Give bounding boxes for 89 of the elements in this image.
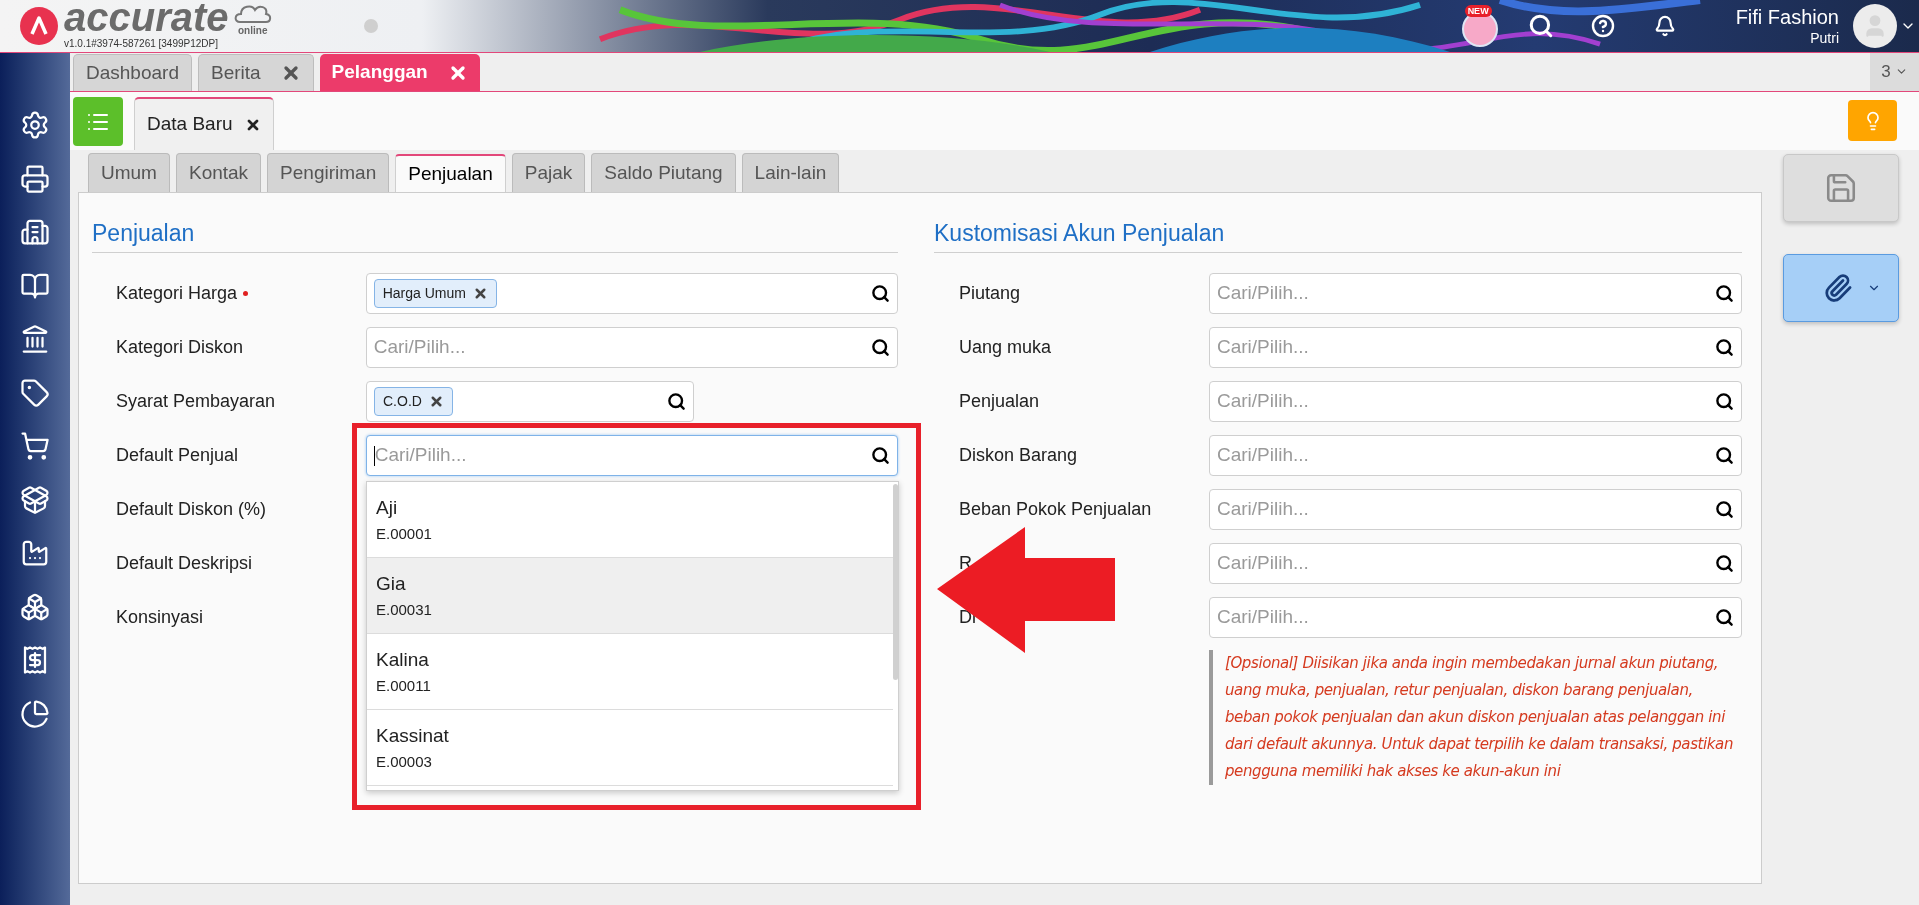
search-icon[interactable] (1527, 13, 1554, 39)
search-icon[interactable] (871, 338, 890, 357)
placeholder-text: Cari/Pilih... (1217, 551, 1309, 576)
tag-label: Harga Umum (382, 284, 466, 303)
search-icon[interactable] (871, 284, 890, 303)
placeholder-text: Cari/Pilih... (1217, 389, 1309, 414)
search-field[interactable]: Cari/Pilih... (1209, 381, 1742, 422)
tab[interactable]: Lain-lain (741, 153, 840, 192)
placeholder-text: Cari/Pilih... (1217, 605, 1309, 630)
note-text: [Opsional] Diisikan jika anda ingin membedakan jurnal akun piutang, uang muka, penjualan, retur penjualan, diskon barang penjualan, beban pokok penjualan dan akun diskon penjualan atas pelanggan ini dari default akunnya. Untuk dapat terpilih ke dalam transaksi, pastikan pengguna memiliki hak akses ke akun-akun ini (1225, 653, 1734, 782)
logo-text: accurate (64, 0, 229, 36)
search-field[interactable]: Cari/Pilih... (365, 435, 898, 476)
company-name: Fifi Fashion (1735, 5, 1839, 29)
attachment-button[interactable] (1782, 254, 1899, 322)
factory-icon[interactable] (20, 538, 50, 568)
help-icon[interactable] (1590, 14, 1615, 38)
save-button[interactable] (1782, 154, 1899, 222)
boxes-icon[interactable] (20, 591, 50, 622)
search-field[interactable]: Cari/Pilih... (365, 327, 898, 368)
package-icon[interactable] (20, 484, 50, 515)
placeholder-text: Cari/Pilih... (1217, 443, 1309, 468)
dropdown-item[interactable]: Kassinat E.00003 (367, 710, 893, 786)
placeholder-text: Cari/Pilih... (373, 335, 466, 360)
search-field[interactable]: Cari/Pilih... (1209, 327, 1742, 368)
dropdown-item[interactable]: Kalina E.00011 (367, 634, 893, 710)
search-icon[interactable] (1715, 446, 1734, 465)
tab[interactable]: Kontak (175, 153, 262, 192)
cloud-icon (234, 2, 272, 24)
gear-icon[interactable] (20, 110, 50, 140)
placeholder-text: Cari/Pilih... (374, 443, 467, 468)
field-label: Default Deskripsi (116, 552, 253, 575)
pie-chart-icon[interactable] (20, 698, 50, 729)
tab[interactable]: Data Baru (134, 97, 274, 150)
bank-icon[interactable] (20, 324, 50, 354)
field-label: Piutang (959, 283, 1021, 303)
tab[interactable]: Pajak (511, 153, 586, 192)
tab[interactable]: Pelanggan (319, 54, 480, 91)
search-field[interactable]: Cari/Pilih... (1209, 597, 1742, 638)
placeholder-text: Cari/Pilih... (1217, 335, 1309, 360)
section-title: Penjualan (92, 220, 195, 246)
placeholder-text: Cari/Pilih... (1217, 281, 1309, 306)
search-field[interactable]: Cari/Pilih... (1209, 543, 1742, 584)
search-field[interactable]: C.O.D (366, 381, 694, 422)
tab[interactable]: Saldo Piutang (591, 153, 736, 192)
price-tag-icon[interactable] (20, 377, 50, 408)
tab[interactable]: Berita (197, 54, 314, 91)
field-label: Beban Pokok Penjualan (959, 499, 1152, 519)
search-icon[interactable] (1715, 284, 1734, 303)
field-label: Kategori Diskon (116, 336, 244, 359)
logo-subtitle: online (238, 24, 268, 38)
tab[interactable]: Dashboard (73, 54, 192, 91)
tab[interactable]: Umum (88, 153, 170, 192)
search-icon[interactable] (667, 392, 686, 411)
search-field[interactable]: Harga Umum (365, 273, 898, 314)
dropdown-item[interactable]: Gia E.00031 (367, 558, 893, 634)
field-label: Uang muka (959, 337, 1052, 357)
user-name: Putri (1810, 29, 1839, 47)
building-icon[interactable] (20, 217, 50, 247)
field-label: Diskon Barang (959, 445, 1078, 465)
bell-icon[interactable] (1653, 15, 1676, 37)
search-icon[interactable] (1715, 500, 1734, 519)
tab[interactable]: Penjualan (395, 154, 506, 193)
placeholder-text: Cari/Pilih... (1217, 497, 1309, 522)
field-label: Konsinyasi (116, 606, 204, 629)
new-badge: NEW (1464, 5, 1492, 17)
logo-icon (20, 7, 58, 45)
search-icon[interactable] (1715, 338, 1734, 357)
cart-icon[interactable] (20, 431, 50, 461)
search-icon[interactable] (871, 446, 890, 465)
text-cursor (373, 445, 375, 466)
search-field[interactable]: Cari/Pilih... (1209, 273, 1742, 314)
section-title: Kustomisasi Akun Penjualan (934, 220, 1225, 246)
tab-count-button[interactable]: 3 (1870, 52, 1919, 91)
search-icon[interactable] (1715, 554, 1734, 573)
tab[interactable]: Pengiriman (267, 153, 390, 192)
search-icon[interactable] (1715, 392, 1734, 411)
scrollbar[interactable] (893, 484, 898, 680)
field-label: Default Penjual (116, 444, 239, 467)
version-text: v1.0.1#3974-587261 [3499P12DP] (64, 38, 218, 50)
field-label: Penjualan (959, 391, 1040, 411)
field-label: Kategori Harga (116, 280, 249, 307)
field-label: Syarat Pembayaran (116, 390, 276, 413)
search-field[interactable]: Cari/Pilih... (1209, 489, 1742, 530)
field-label: Default Diskon (%) (116, 498, 267, 521)
dropdown-item[interactable]: Aji E.00001 (367, 482, 893, 558)
tag-label: C.O.D (383, 392, 422, 411)
search-icon[interactable] (1715, 608, 1734, 627)
search-field[interactable]: Cari/Pilih... (1209, 435, 1742, 476)
paperclip-icon (1822, 273, 1853, 303)
